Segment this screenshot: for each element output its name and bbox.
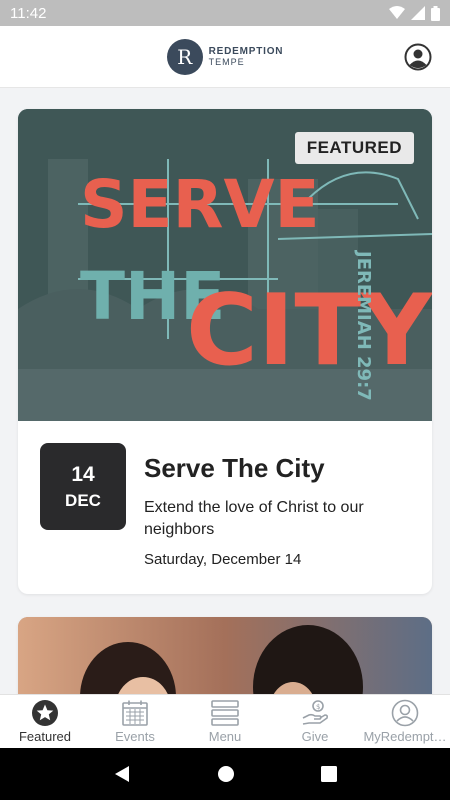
wifi-icon (389, 6, 405, 19)
menu-icon (211, 700, 239, 726)
nav-myredemption[interactable]: MyRedempt… (360, 695, 450, 748)
event-date-tile: 14 DEC (40, 443, 126, 530)
profile-icon[interactable] (404, 43, 432, 71)
church-logo: R REDEMPTION TEMPE (166, 38, 284, 75)
logo-location: TEMPE (208, 56, 245, 67)
event-date-day: 14 (71, 462, 95, 486)
nav-featured[interactable]: Featured (0, 695, 90, 748)
event-date-month: DEC (65, 490, 101, 510)
nav-give[interactable]: $ Give (270, 695, 360, 748)
featured-feed[interactable]: SERVE THE CITY JEREMIAH 29:7 FEATURED 14… (0, 88, 450, 694)
next-card-photo (18, 617, 432, 694)
calendar-icon (122, 700, 148, 726)
event-details: 14 DEC Serve The City Extend the love of… (18, 421, 432, 594)
recents-icon[interactable] (321, 766, 337, 782)
logo-name: REDEMPTION (208, 45, 284, 57)
event-description: Extend the love of Christ to our neighbo… (144, 499, 364, 538)
nav-menu[interactable]: Menu (180, 695, 270, 748)
svg-text:$: $ (316, 703, 320, 711)
artwork-verse-text: JEREMIAH 29:7 (353, 249, 374, 401)
artwork-city-text: CITY (186, 274, 432, 388)
next-feed-card[interactable] (18, 617, 432, 694)
star-icon (32, 700, 58, 726)
event-date-text: Saturday, December 14 (144, 551, 302, 568)
home-icon[interactable] (217, 765, 235, 783)
nav-events[interactable]: Events (90, 695, 180, 748)
bottom-nav: Featured Events Menu $ Give MyRedempt… (0, 694, 450, 748)
back-icon[interactable] (113, 765, 131, 783)
event-title: Serve The City (144, 453, 325, 483)
artwork-serve-text: SERVE (80, 166, 320, 243)
logo-mark: R (166, 38, 203, 75)
system-nav-bar (0, 748, 450, 800)
signal-icon (411, 6, 425, 20)
person-icon (391, 699, 419, 727)
app-header: R REDEMPTION TEMPE (0, 26, 450, 88)
featured-badge: FEATURED (294, 132, 414, 164)
featured-event-card[interactable]: SERVE THE CITY JEREMIAH 29:7 FEATURED 14… (18, 109, 432, 594)
battery-icon (431, 5, 440, 21)
status-time: 11:42 (10, 4, 47, 22)
status-bar: 11:42 (0, 0, 450, 26)
event-artwork: SERVE THE CITY JEREMIAH 29:7 FEATURED (18, 109, 432, 421)
give-icon: $ (302, 700, 329, 725)
